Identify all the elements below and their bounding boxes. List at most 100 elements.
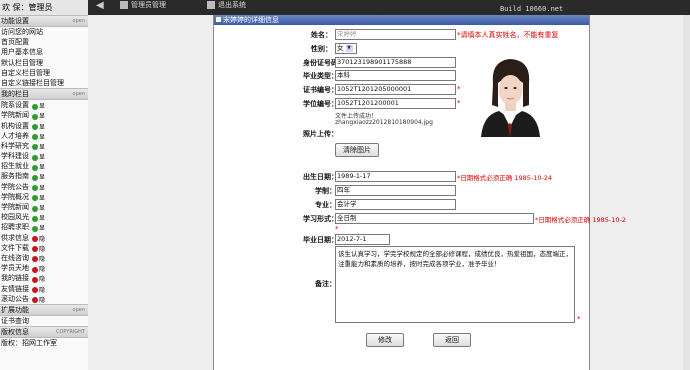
my-column-item[interactable]: 学院概况 显 bbox=[0, 192, 88, 202]
sidebar-section-my-columns[interactable]: 我的栏目 open bbox=[0, 88, 88, 101]
study-form-hint: *日期格式必须正确 1985-10-2 bbox=[535, 216, 626, 224]
grad-type-field[interactable]: 本科 bbox=[335, 70, 456, 81]
remarks-label: 备注： bbox=[315, 280, 336, 288]
back-button[interactable]: 返回 bbox=[433, 333, 471, 347]
visibility-status[interactable]: 显 bbox=[32, 112, 45, 120]
function-settings-list: 访问您的网站 首页配置 用户基本信息 默认栏目管理 自定义栏目管理 自定义链接栏目管理 bbox=[0, 27, 88, 88]
my-column-item[interactable]: 校园风光 显 bbox=[0, 212, 88, 222]
my-column-item[interactable]: 招生就业 显 bbox=[0, 161, 88, 171]
visibility-status[interactable]: 显 bbox=[32, 163, 45, 171]
my-column-label: 机构设置 bbox=[1, 121, 29, 130]
visible-dot-icon bbox=[32, 144, 38, 151]
visibility-status[interactable]: 显 bbox=[32, 143, 45, 151]
sidebar-section-copyright[interactable]: 版权信息 COPYRIGHT bbox=[0, 326, 88, 339]
my-column-item[interactable]: 供求信息 隐 bbox=[0, 233, 88, 243]
my-column-item[interactable]: 学院公告 显 bbox=[0, 182, 88, 192]
function-settings-item[interactable]: 自定义链接栏目管理 bbox=[0, 78, 88, 88]
back-arrow-icon[interactable]: ◀ bbox=[96, 1, 104, 11]
my-column-label: 招生就业 bbox=[1, 162, 29, 171]
my-column-label: 科学研究 bbox=[1, 141, 29, 150]
copyright-item[interactable]: 版权：招网工作室 bbox=[0, 338, 88, 348]
my-column-item[interactable]: 滚动公告 隐 bbox=[0, 294, 88, 304]
my-column-item[interactable]: 学科建设 显 bbox=[0, 151, 88, 161]
my-column-item[interactable]: 人才培养 显 bbox=[0, 131, 88, 141]
my-column-item[interactable]: 院系设置 显 bbox=[0, 100, 88, 110]
my-column-item[interactable]: 友情链接 隐 bbox=[0, 284, 88, 294]
my-column-item[interactable]: 学院新闻 显 bbox=[0, 202, 88, 212]
extensions-list: 证书查询 bbox=[0, 316, 88, 326]
study-form-required: * bbox=[335, 225, 339, 233]
major-field[interactable]: 会计学 bbox=[335, 199, 456, 210]
admin-manage-button[interactable]: 管理员管理 bbox=[120, 0, 166, 13]
sidebar-section-function-settings[interactable]: 功能设置 open bbox=[0, 15, 88, 27]
visibility-status-text: 隐 bbox=[39, 245, 46, 253]
visibility-status[interactable]: 隐 bbox=[32, 265, 45, 273]
my-column-item[interactable]: 文件下载 隐 bbox=[0, 243, 88, 253]
my-column-item[interactable]: 我的链接 隐 bbox=[0, 273, 88, 283]
remarks-textarea[interactable]: 该生认真学习，学完学校规定的全部必修课程，成绩优良，热爱祖国，态度端正，注重能力… bbox=[335, 246, 575, 323]
visible-dot-icon bbox=[32, 205, 38, 212]
grad-date-field[interactable]: 2012-7-1 bbox=[335, 234, 390, 245]
visible-dot-icon bbox=[32, 225, 38, 232]
visibility-status-text: 显 bbox=[39, 113, 46, 121]
education-label: 学制： bbox=[315, 187, 336, 195]
function-settings-item[interactable]: 自定义栏目管理 bbox=[0, 68, 88, 78]
visible-dot-icon bbox=[32, 174, 38, 181]
education-field[interactable]: 四年 bbox=[335, 185, 456, 196]
hidden-dot-icon bbox=[32, 236, 38, 243]
visibility-status[interactable]: 显 bbox=[32, 102, 45, 110]
main-frame: 宋婷婷的详细信息 姓名： 宋婷婷 *请填本人真实姓名，不能有重复 性别： 女 ▼ … bbox=[88, 15, 690, 370]
extensions-item[interactable]: 证书查询 bbox=[0, 316, 88, 326]
visibility-status[interactable]: 隐 bbox=[32, 286, 45, 294]
my-column-item[interactable]: 学院新闻 显 bbox=[0, 110, 88, 120]
my-column-item[interactable]: 机构设置 显 bbox=[0, 121, 88, 131]
visibility-status[interactable]: 显 bbox=[32, 204, 45, 212]
my-column-label: 服务指南 bbox=[1, 172, 29, 181]
my-column-item[interactable]: 科学研究 显 bbox=[0, 141, 88, 151]
clear-photo-button[interactable]: 清除图片 bbox=[335, 143, 379, 157]
my-column-item[interactable]: 招聘求职 显 bbox=[0, 222, 88, 232]
my-column-item[interactable]: 在线咨询 隐 bbox=[0, 253, 88, 263]
degree-no-required: * bbox=[457, 99, 461, 107]
idcard-field[interactable]: 370123198901175888 bbox=[335, 57, 456, 68]
study-form-field[interactable]: 全日制 bbox=[335, 213, 534, 224]
modify-button[interactable]: 修改 bbox=[366, 333, 404, 347]
visibility-status[interactable]: 显 bbox=[32, 194, 45, 202]
function-settings-item[interactable]: 首页配置 bbox=[0, 37, 88, 47]
cert-no-required: * bbox=[457, 85, 461, 93]
visibility-status[interactable]: 显 bbox=[32, 224, 45, 232]
function-settings-item[interactable]: 用户基本信息 bbox=[0, 47, 88, 57]
visibility-status[interactable]: 显 bbox=[32, 133, 45, 141]
exit-system-button[interactable]: 退出系统 bbox=[207, 0, 246, 13]
gender-select[interactable]: 女 ▼ bbox=[335, 43, 357, 54]
degree-no-field[interactable]: 1052T1201200001 bbox=[335, 98, 456, 109]
visibility-status[interactable]: 隐 bbox=[32, 275, 45, 283]
cert-no-field[interactable]: 1052T1201205000001 bbox=[335, 84, 456, 95]
visibility-status[interactable]: 显 bbox=[32, 153, 45, 161]
birthday-field[interactable]: 1989-1-17 bbox=[335, 171, 456, 182]
function-settings-item[interactable]: 默认栏目管理 bbox=[0, 58, 88, 68]
visibility-status[interactable]: 隐 bbox=[32, 245, 45, 253]
my-column-item[interactable]: 服务指南 显 bbox=[0, 171, 88, 181]
visibility-status[interactable]: 显 bbox=[32, 173, 45, 181]
visible-dot-icon bbox=[32, 215, 38, 222]
visibility-status[interactable]: 显 bbox=[32, 123, 45, 131]
vertical-scrollbar[interactable] bbox=[683, 15, 690, 370]
visibility-status[interactable]: 显 bbox=[32, 214, 45, 222]
my-column-item[interactable]: 学员天地 隐 bbox=[0, 263, 88, 273]
visibility-status[interactable]: 显 bbox=[32, 184, 45, 192]
visible-dot-icon bbox=[32, 164, 38, 171]
name-field[interactable]: 宋婷婷 bbox=[335, 29, 456, 40]
remarks-required: * bbox=[577, 315, 581, 323]
sidebar-section-extensions[interactable]: 扩展功能 open bbox=[0, 303, 88, 316]
function-settings-item[interactable]: 访问您的网站 bbox=[0, 27, 88, 37]
admin-icon bbox=[120, 1, 128, 9]
visibility-status[interactable]: 隐 bbox=[32, 296, 45, 304]
my-column-label: 学科建设 bbox=[1, 152, 29, 161]
visibility-status-text: 隐 bbox=[39, 296, 46, 304]
my-column-label: 学院概况 bbox=[1, 192, 29, 201]
visible-dot-icon bbox=[32, 185, 38, 192]
visibility-status[interactable]: 隐 bbox=[32, 255, 45, 263]
my-column-label: 院系设置 bbox=[1, 101, 29, 110]
visibility-status[interactable]: 隐 bbox=[32, 235, 45, 243]
